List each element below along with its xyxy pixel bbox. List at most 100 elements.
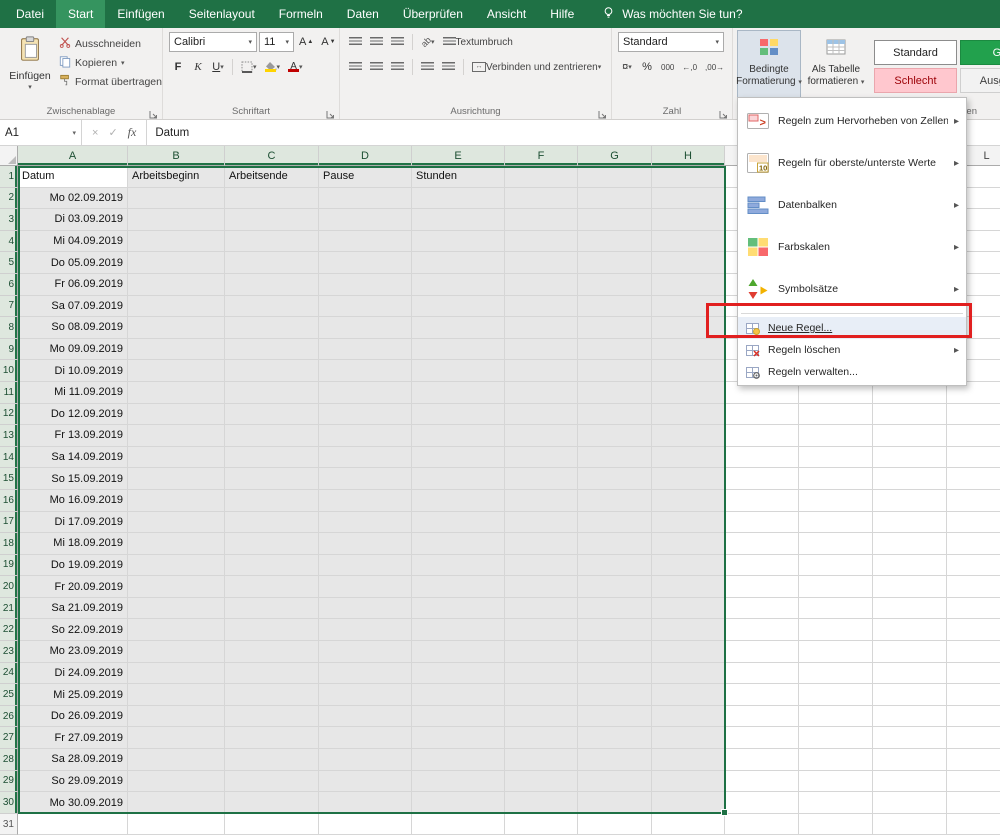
cell-L25[interactable]	[947, 684, 1000, 706]
cell-E10[interactable]	[412, 360, 505, 382]
insert-function-icon[interactable]: fx	[128, 125, 137, 140]
cell-H31[interactable]	[652, 814, 725, 836]
cell-C30[interactable]	[225, 792, 319, 814]
row-header-5[interactable]: 5	[0, 252, 18, 274]
cell-D22[interactable]	[319, 619, 412, 641]
cell-B18[interactable]	[128, 533, 225, 555]
cell-F9[interactable]	[505, 339, 578, 361]
font-size-combo[interactable]: 11▾	[259, 32, 294, 52]
cell-G13[interactable]	[578, 425, 652, 447]
cell-I14[interactable]	[725, 447, 799, 469]
cell-style-standard[interactable]: Standard	[874, 40, 957, 65]
align-bottom-icon[interactable]	[388, 32, 407, 52]
align-top-icon[interactable]	[346, 32, 365, 52]
cell-J28[interactable]	[799, 749, 873, 771]
cell-A15[interactable]: So 15.09.2019	[18, 468, 128, 490]
cell-F27[interactable]	[505, 727, 578, 749]
cell-E8[interactable]	[412, 317, 505, 339]
cell-J15[interactable]	[799, 468, 873, 490]
cell-E29[interactable]	[412, 771, 505, 793]
accounting-format-button[interactable]: ¤▾	[618, 57, 636, 77]
cell-E3[interactable]	[412, 209, 505, 231]
cell-B1[interactable]: Arbeitsbeginn	[128, 166, 225, 188]
cell-C26[interactable]	[225, 706, 319, 728]
menu-item[interactable]: Datenbalken▸	[738, 184, 966, 226]
cell-G24[interactable]	[578, 663, 652, 685]
cell-H2[interactable]	[652, 188, 725, 210]
increase-indent-button[interactable]	[439, 57, 458, 77]
fill-color-button[interactable]: ▾	[262, 57, 284, 77]
cell-E4[interactable]	[412, 231, 505, 253]
cell-A1[interactable]: Datum	[18, 166, 128, 188]
align-left-icon[interactable]	[346, 57, 365, 77]
row-header-29[interactable]: 29	[0, 771, 18, 793]
cell-K12[interactable]	[873, 404, 947, 426]
cell-A22[interactable]: So 22.09.2019	[18, 619, 128, 641]
cell-G20[interactable]	[578, 576, 652, 598]
cell-E21[interactable]	[412, 598, 505, 620]
tab-daten[interactable]: Daten	[335, 0, 391, 28]
cell-G7[interactable]	[578, 296, 652, 318]
cell-C4[interactable]	[225, 231, 319, 253]
cell-I28[interactable]	[725, 749, 799, 771]
dialog-launcher-icon[interactable]	[149, 106, 159, 116]
row-header-6[interactable]: 6	[0, 274, 18, 296]
column-header-D[interactable]: D	[319, 146, 412, 166]
cell-A20[interactable]: Fr 20.09.2019	[18, 576, 128, 598]
cell-style-schlecht[interactable]: Schlecht	[874, 68, 957, 93]
cell-L16[interactable]	[947, 490, 1000, 512]
cell-F3[interactable]	[505, 209, 578, 231]
comma-style-button[interactable]: 000	[658, 57, 677, 77]
cell-I17[interactable]	[725, 512, 799, 534]
cell-I20[interactable]	[725, 576, 799, 598]
cell-C15[interactable]	[225, 468, 319, 490]
cell-F17[interactable]	[505, 512, 578, 534]
cell-D25[interactable]	[319, 684, 412, 706]
column-header-E[interactable]: E	[412, 146, 505, 166]
cell-F4[interactable]	[505, 231, 578, 253]
cell-D21[interactable]	[319, 598, 412, 620]
cell-I12[interactable]	[725, 404, 799, 426]
cell-D12[interactable]	[319, 404, 412, 426]
cell-H26[interactable]	[652, 706, 725, 728]
cell-E12[interactable]	[412, 404, 505, 426]
cell-E14[interactable]	[412, 447, 505, 469]
row-header-22[interactable]: 22	[0, 619, 18, 641]
cell-G25[interactable]	[578, 684, 652, 706]
cell-C2[interactable]	[225, 188, 319, 210]
cell-I30[interactable]	[725, 792, 799, 814]
cell-E26[interactable]	[412, 706, 505, 728]
row-header-1[interactable]: 1	[0, 166, 18, 188]
cell-C20[interactable]	[225, 576, 319, 598]
column-header-H[interactable]: H	[652, 146, 725, 166]
column-header-G[interactable]: G	[578, 146, 652, 166]
cell-H19[interactable]	[652, 555, 725, 577]
cell-K22[interactable]	[873, 619, 947, 641]
cell-C28[interactable]	[225, 749, 319, 771]
cell-B27[interactable]	[128, 727, 225, 749]
row-header-2[interactable]: 2	[0, 188, 18, 210]
cell-K13[interactable]	[873, 425, 947, 447]
cell-H16[interactable]	[652, 490, 725, 512]
cell-L31[interactable]	[947, 814, 1000, 836]
cell-L30[interactable]	[947, 792, 1000, 814]
paste-button[interactable]: Einfügen ▾	[6, 34, 54, 91]
cell-C22[interactable]	[225, 619, 319, 641]
cell-A12[interactable]: Do 12.09.2019	[18, 404, 128, 426]
cell-J25[interactable]	[799, 684, 873, 706]
cell-style-ausgabe[interactable]: Ausgabe	[960, 68, 1000, 93]
cell-L21[interactable]	[947, 598, 1000, 620]
cell-L17[interactable]	[947, 512, 1000, 534]
cell-J30[interactable]	[799, 792, 873, 814]
menu-item[interactable]: Regeln löschen▸	[738, 339, 966, 361]
dialog-launcher-icon[interactable]	[326, 106, 336, 116]
cell-J18[interactable]	[799, 533, 873, 555]
cell-A16[interactable]: Mo 16.09.2019	[18, 490, 128, 512]
tab-überprüfen[interactable]: Überprüfen	[391, 0, 475, 28]
row-header-20[interactable]: 20	[0, 576, 18, 598]
cell-G28[interactable]	[578, 749, 652, 771]
cell-G11[interactable]	[578, 382, 652, 404]
cell-E27[interactable]	[412, 727, 505, 749]
cell-B21[interactable]	[128, 598, 225, 620]
cell-F15[interactable]	[505, 468, 578, 490]
